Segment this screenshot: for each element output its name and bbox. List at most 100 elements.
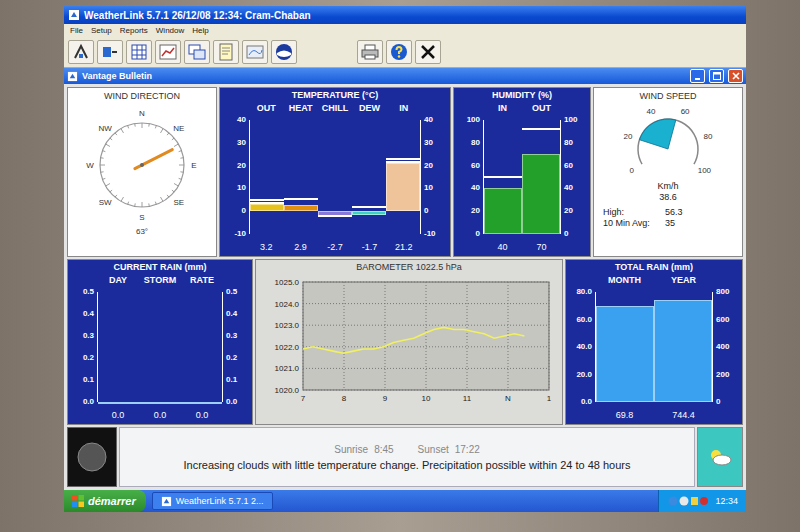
start-label: démarrer bbox=[88, 495, 136, 507]
bar bbox=[98, 402, 139, 404]
document-window: Vantage Bulletin WIND DIRECTION NNEESESS… bbox=[64, 68, 746, 490]
axis-tick: N bbox=[505, 394, 511, 403]
speed-stat: 10 Min Avg: 35 bbox=[603, 218, 733, 229]
bar-chart: 0.50.40.30.20.10.0 0.50.40.30.20.10.0 bbox=[71, 286, 249, 408]
bar bbox=[284, 205, 318, 212]
panel-title: BAROMETER 1022.5 hPa bbox=[356, 262, 462, 274]
axis-tick: 0.2 bbox=[226, 354, 237, 362]
maximize-button[interactable] bbox=[709, 69, 724, 83]
compass-label: SW bbox=[99, 198, 112, 207]
bar-column bbox=[98, 292, 139, 402]
notes-icon[interactable] bbox=[213, 40, 239, 64]
toolbar-group bbox=[357, 40, 441, 64]
menu-item[interactable]: Reports bbox=[120, 26, 148, 35]
wind-needle bbox=[135, 150, 172, 169]
bar-column bbox=[139, 292, 180, 402]
speed-reading: 38.6 bbox=[659, 192, 677, 203]
axis-tick: 40 bbox=[471, 184, 480, 192]
humidity-panel: HUMIDITY (%) INOUT 100806040200 10080604… bbox=[453, 87, 591, 257]
bar-column bbox=[250, 120, 284, 234]
axis-tick: 100 bbox=[564, 116, 577, 124]
axis-tick: 600 bbox=[716, 316, 729, 324]
windows-icon[interactable] bbox=[184, 40, 210, 64]
axis-tick: 30 bbox=[237, 139, 246, 147]
minimize-button[interactable] bbox=[690, 69, 705, 83]
bar-label: HEAT bbox=[283, 103, 317, 113]
high-low-mark bbox=[250, 199, 284, 201]
gauge-tick: 0 bbox=[629, 166, 634, 175]
bar-label: CHILL bbox=[318, 103, 352, 113]
gauge-tick: 60 bbox=[681, 107, 690, 116]
panel-title: WIND DIRECTION bbox=[104, 91, 180, 103]
axis-tick: 20 bbox=[424, 162, 433, 170]
menu-bar: File Setup Reports Window Help bbox=[64, 24, 746, 37]
help-icon[interactable] bbox=[386, 40, 412, 64]
grid-icon[interactable] bbox=[126, 40, 152, 64]
graph-icon[interactable] bbox=[155, 40, 181, 64]
bar-column bbox=[284, 120, 318, 234]
axis-tick: 40 bbox=[424, 116, 433, 124]
axis-tick: 60.0 bbox=[576, 316, 592, 324]
stat-label: High: bbox=[603, 207, 655, 218]
axis-tick: 0 bbox=[716, 398, 720, 406]
axis-tick: 20 bbox=[237, 162, 246, 170]
sensor-icon[interactable] bbox=[97, 40, 123, 64]
axis-tick: 0.3 bbox=[83, 332, 94, 340]
taskbar-task[interactable]: WeatherLink 5.7.1 2... bbox=[152, 492, 273, 510]
wind-speed-gauge: 020406080100 bbox=[608, 103, 728, 181]
bar-reading: 21.2 bbox=[387, 242, 421, 252]
noaa-icon[interactable] bbox=[271, 40, 297, 64]
axis-tick: 0.1 bbox=[226, 376, 237, 384]
menu-item[interactable]: Setup bbox=[91, 26, 112, 35]
axis-tick: 100 bbox=[467, 116, 480, 124]
stat-value: 35 bbox=[665, 218, 675, 229]
axis-tick: 7 bbox=[301, 394, 306, 403]
screen: WeatherLink 5.7.1 26/12/08 12:34: Cram-C… bbox=[64, 6, 746, 512]
axis-tick: 0.5 bbox=[226, 288, 237, 296]
bar-label: RATE bbox=[181, 275, 223, 285]
bar-reading: 2.9 bbox=[283, 242, 317, 252]
top-row: WIND DIRECTION NNEESESSWWNW 63° TEMPERAT… bbox=[67, 87, 743, 257]
bar-reading: -2.7 bbox=[318, 242, 352, 252]
panel-title: TEMPERATURE (°C) bbox=[223, 90, 447, 102]
bar-readings: 69.8744.4 bbox=[569, 408, 739, 422]
system-tray: 12:34 bbox=[658, 490, 746, 512]
weatherlink-icon bbox=[161, 496, 172, 507]
task-label: WeatherLink 5.7.1 2... bbox=[176, 496, 264, 506]
plot-area bbox=[98, 292, 222, 402]
menu-item[interactable]: Window bbox=[156, 26, 184, 35]
bar-label: DAY bbox=[97, 275, 139, 285]
windows-logo-icon bbox=[72, 495, 84, 507]
axis-tick: 1023.0 bbox=[275, 321, 300, 330]
axis-tick: 30 bbox=[424, 139, 433, 147]
axis-tick: 0.5 bbox=[83, 288, 94, 296]
axis: 0.50.40.30.20.10.0 bbox=[71, 292, 98, 402]
bar-readings: 3.22.9-2.7-1.721.2 bbox=[223, 240, 447, 254]
bar-label: OUT bbox=[249, 103, 283, 113]
bar bbox=[654, 300, 712, 402]
weatherlink-icon bbox=[68, 9, 80, 21]
menu-item[interactable]: File bbox=[70, 26, 83, 35]
axis-tick: 10 bbox=[422, 394, 431, 403]
bar-readings: 4070 bbox=[457, 240, 587, 254]
print-icon[interactable] bbox=[357, 40, 383, 64]
pressure-line bbox=[303, 327, 524, 353]
menu-item[interactable]: Help bbox=[192, 26, 208, 35]
total-rain-panel: TOTAL RAIN (mm) MONTHYEAR 80.060.040.020… bbox=[565, 259, 743, 425]
temperature-panel: TEMPERATURE (°C) OUTHEATCHILLDEWIN 40302… bbox=[219, 87, 451, 257]
compass-label: E bbox=[191, 161, 196, 170]
axis-tick: 9 bbox=[383, 394, 388, 403]
bar-column bbox=[352, 120, 386, 234]
axis-tick: 40.0 bbox=[576, 343, 592, 351]
axis-tick: 0 bbox=[242, 207, 246, 215]
start-button[interactable]: démarrer bbox=[64, 490, 146, 512]
weather-map-icon[interactable] bbox=[242, 40, 268, 64]
axis: 0.50.40.30.20.10.0 bbox=[222, 292, 249, 402]
close-icon[interactable] bbox=[415, 40, 441, 64]
toolbar bbox=[64, 37, 746, 68]
axis-tick: 0 bbox=[424, 207, 428, 215]
close-button[interactable] bbox=[728, 69, 743, 83]
bar-chart: 80.060.040.020.00.0 8006004002000 bbox=[569, 286, 739, 408]
station-icon[interactable] bbox=[68, 40, 94, 64]
sun-label: Sunrise bbox=[334, 444, 368, 455]
